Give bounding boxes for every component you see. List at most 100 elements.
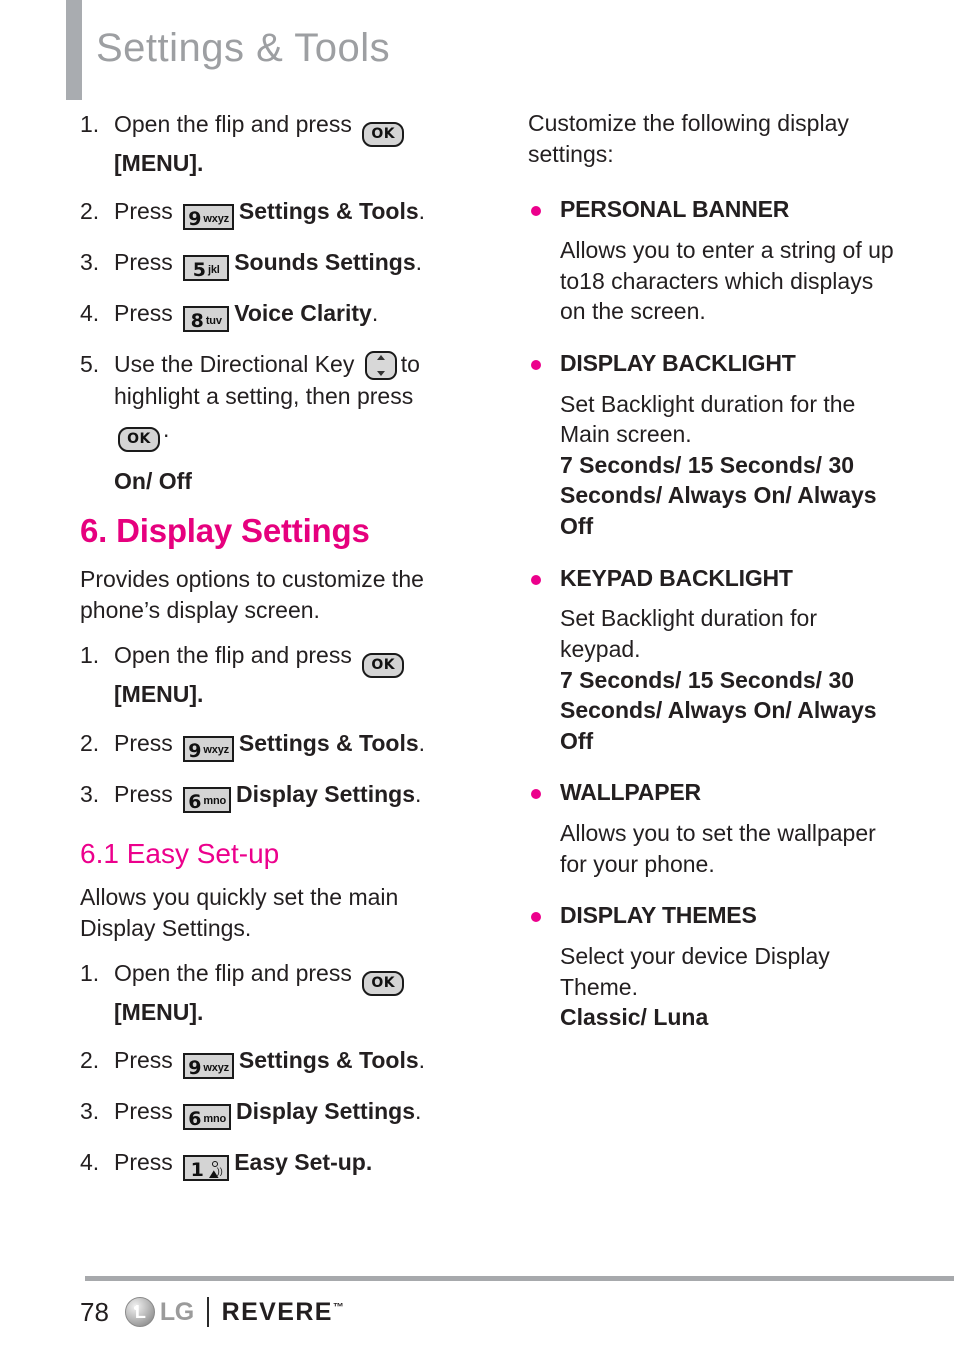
list-item: DISPLAY BACKLIGHT: [528, 349, 898, 379]
lg-brand-text: LG: [159, 1297, 194, 1326]
step-period: .: [418, 198, 426, 225]
list-item-body: Allows you to enter a string of up to18 …: [528, 235, 898, 327]
list-item-body: Select your device Display Theme. Classi…: [528, 941, 898, 1033]
step-period: .: [414, 1098, 422, 1125]
keypad-9-icon: 9 wxyz: [183, 1053, 234, 1080]
step-text: Press: [114, 198, 173, 225]
list-item: KEYPAD BACKLIGHT: [528, 564, 898, 594]
voicemail-icon: )): [208, 1160, 223, 1180]
chevron-down-icon: [376, 371, 385, 377]
step-item: 1. Open the flip and press OK [MENU].: [80, 639, 450, 710]
list-item-title: DISPLAY THEMES: [560, 902, 757, 929]
keypad-6-icon: 6 mno: [183, 1104, 232, 1131]
footer-divider: [85, 1276, 954, 1281]
list-item-description: Set Backlight duration for the Main scre…: [560, 390, 856, 448]
list-item-body: Set Backlight duration for the Main scre…: [528, 389, 898, 542]
step-item: 2. Press 9 wxyz Settings & Tools.: [80, 1044, 450, 1080]
step-item: 4. Press 1)) Easy Set-up.: [80, 1146, 450, 1182]
step-number: 1.: [80, 960, 100, 987]
list-item-options: Classic/ Luna: [560, 1004, 709, 1031]
subsection-intro: Allows you quickly set the main Display …: [80, 884, 399, 941]
step-number: 1.: [80, 642, 100, 669]
step-item: 3. Press 6 mno Display Settings.: [80, 1095, 450, 1131]
list-item: DISPLAY THEMES: [528, 901, 898, 931]
menu-label: [MENU].: [114, 150, 204, 176]
list-item-body: Allows you to set the wallpaper for your…: [528, 818, 898, 879]
step-number: 2.: [80, 729, 100, 756]
step-number: 2.: [80, 198, 100, 225]
step-text: Press: [114, 780, 173, 807]
step-text: Press: [114, 249, 173, 276]
step-number: 3.: [80, 249, 100, 276]
step-item: 5. Use the Directional Key to highlight a…: [80, 348, 450, 452]
list-item-options: 7 Seconds/ 15 Seconds/ 30 Seconds/ Alway…: [560, 451, 877, 539]
step-text: Open the flip and press: [114, 642, 352, 669]
step-item: 3. Press 5 jkl Sounds Settings.: [80, 246, 450, 282]
step-item: 1. Open the flip and press OK [MENU].: [80, 108, 450, 179]
list-item-body: Set Backlight duration for keypad. 7 Sec…: [528, 603, 898, 756]
step-item: 1. Open the flip and press OK [MENU].: [80, 957, 450, 1028]
directional-key-icon: [364, 351, 397, 381]
step-period: .: [418, 729, 426, 756]
list-item-title: WALLPAPER: [560, 779, 701, 806]
step-text: Press: [114, 1098, 173, 1125]
section-intro: Provides options to customize the phone’…: [80, 566, 424, 623]
ok-key-icon: OK: [118, 426, 160, 452]
step-period: .: [414, 780, 422, 807]
bullet-dot-icon: [531, 359, 541, 370]
step-number: 4.: [80, 1149, 100, 1176]
step-period: .: [418, 1047, 426, 1074]
list-item-title: KEYPAD BACKLIGHT: [560, 564, 793, 591]
header-accent-bar: [66, 0, 82, 100]
step-text: Use the Directional Key: [114, 351, 355, 378]
step-number: 2.: [80, 1047, 100, 1074]
list-item-title: DISPLAY BACKLIGHT: [560, 349, 796, 376]
lg-logo-icon: L: [124, 1297, 155, 1327]
step-target: Settings & Tools: [238, 729, 419, 756]
keypad-5-icon: 5 jkl: [183, 255, 230, 282]
page-title: Settings & Tools: [96, 26, 391, 70]
step-item: 3. Press 6 mno Display Settings.: [80, 778, 450, 813]
keypad-9-icon: 9 wxyz: [183, 735, 234, 762]
step-target: Settings & Tools: [238, 1047, 419, 1074]
step-target: Easy Set-up.: [234, 1149, 373, 1176]
section-heading-display-settings: 6. Display Settings: [80, 511, 370, 549]
list-item: PERSONAL BANNER: [528, 195, 898, 225]
product-name-text: REVERE: [221, 1297, 333, 1326]
menu-label: [MENU].: [114, 681, 204, 708]
ok-key-icon: OK: [362, 971, 405, 997]
step-target: Display Settings: [236, 1098, 415, 1125]
step-item: 2. Press 9 wxyz Settings & Tools.: [80, 195, 450, 231]
step-text: Press: [114, 1047, 173, 1074]
step-target: Voice Clarity: [234, 300, 372, 327]
right-column: Customize the following display settings…: [528, 108, 898, 1055]
list-item-description: Allows you to enter a string of up to18 …: [560, 237, 894, 325]
keypad-8-icon: 8 tuv: [183, 306, 230, 333]
bullet-dot-icon: [531, 912, 541, 923]
step-text: Press: [114, 729, 173, 756]
keypad-6-icon: 6 mno: [183, 786, 232, 813]
step-target: Settings & Tools: [238, 198, 419, 225]
ok-key-icon: OK: [362, 122, 405, 147]
step-target: Sounds Settings: [234, 249, 416, 276]
list-item: WALLPAPER: [528, 778, 898, 808]
keypad-9-icon: 9 wxyz: [183, 204, 234, 231]
bullet-dot-icon: [531, 789, 541, 800]
list-item-options: 7 Seconds/ 15 Seconds/ 30 Seconds/ Alway…: [560, 666, 877, 754]
menu-label: [MENU].: [114, 999, 204, 1026]
bullet-dot-icon: [531, 574, 541, 585]
step-text: Press: [114, 300, 173, 327]
list-item-title: PERSONAL BANNER: [560, 196, 790, 223]
step-text: Open the flip and press: [114, 111, 352, 137]
step-period: .: [163, 415, 170, 442]
right-column-intro: Customize the following display settings…: [528, 110, 849, 167]
step-period: .: [371, 300, 379, 327]
step-number: 1.: [80, 111, 100, 137]
step-text: Press: [114, 1149, 173, 1176]
step-number: 4.: [80, 300, 100, 327]
step-target: Display Settings: [236, 780, 415, 807]
ok-key-icon: OK: [362, 653, 405, 679]
list-item-description: Set Backlight duration for keypad.: [560, 605, 817, 663]
list-item-description: Allows you to set the wallpaper for your…: [560, 820, 876, 877]
product-name: REVERE™: [222, 1298, 344, 1327]
